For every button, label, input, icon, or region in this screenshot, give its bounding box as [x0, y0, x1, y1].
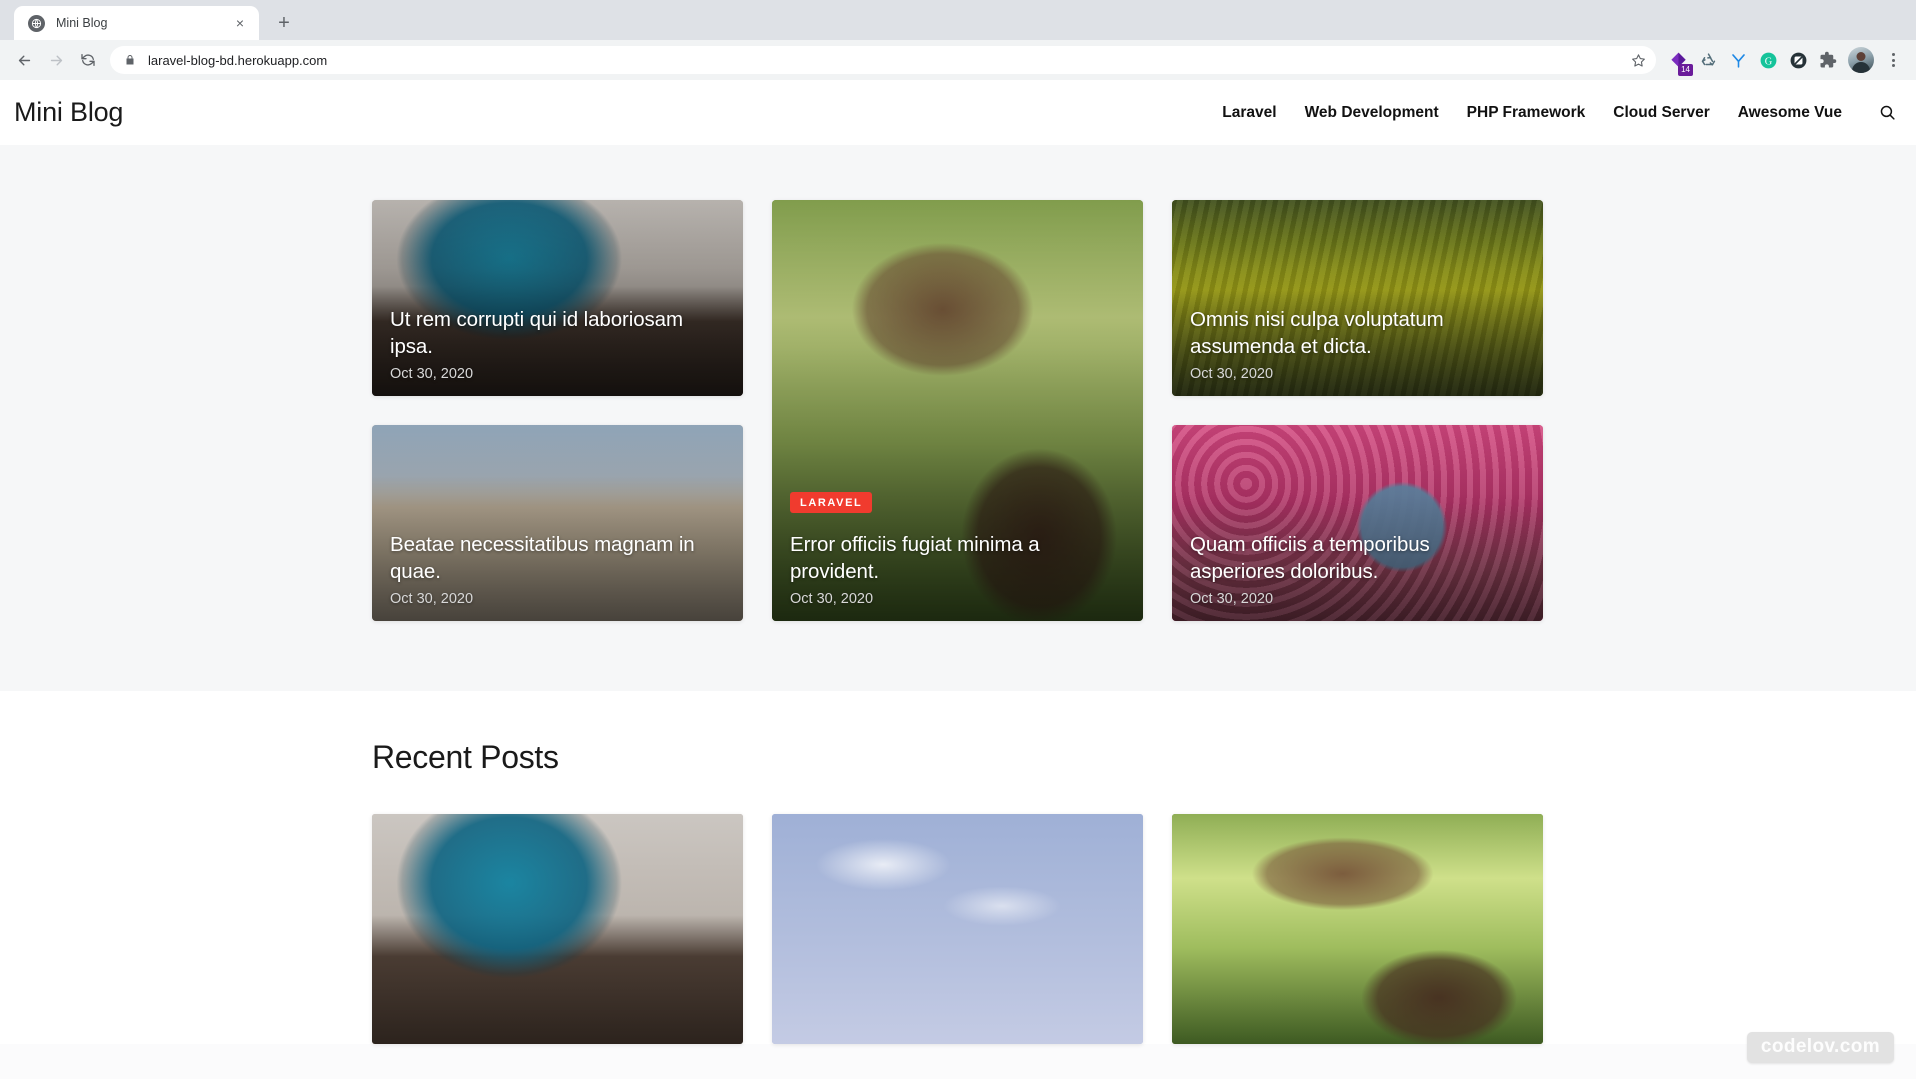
featured-posts-section: Ut rem corrupti qui id laboriosam ipsa. …	[0, 145, 1916, 691]
watermark: codelov.com	[1746, 1032, 1894, 1063]
forward-icon[interactable]	[40, 44, 72, 76]
url-text: laravel-blog-bd.herokuapp.com	[148, 52, 328, 68]
post-date: Oct 30, 2020	[1190, 366, 1274, 382]
nav-item-cloud-server[interactable]: Cloud Server	[1613, 104, 1709, 122]
featured-card-4[interactable]: Omnis nisi culpa voluptatum assumenda et…	[1172, 200, 1543, 396]
extensions-row: 14 G	[1664, 46, 1906, 76]
tab-title: Mini Blog	[56, 16, 108, 30]
card-body: Omnis nisi culpa voluptatum assumenda et…	[1172, 306, 1543, 397]
recent-card-3[interactable]	[1172, 814, 1543, 1044]
address-bar[interactable]: laravel-blog-bd.herokuapp.com	[110, 46, 1656, 74]
featured-card-5[interactable]: Quam officiis a temporibus asperiores do…	[1172, 425, 1543, 621]
recycle-extension-icon[interactable]	[1694, 46, 1722, 74]
featured-posts-grid: Ut rem corrupti qui id laboriosam ipsa. …	[372, 200, 1544, 621]
post-date: Oct 30, 2020	[790, 591, 874, 607]
search-icon[interactable]	[1876, 102, 1898, 124]
svg-text:G: G	[1764, 56, 1772, 67]
featured-card-2[interactable]: Beatae necessitatibus magnam in quae. Oc…	[372, 425, 743, 621]
recent-posts-section: Recent Posts	[0, 691, 1916, 1044]
y-extension-icon[interactable]	[1724, 46, 1752, 74]
grammarly-extension-icon[interactable]: G	[1754, 46, 1782, 74]
card-body: Beatae necessitatibus magnam in quae. Oc…	[372, 531, 743, 622]
recent-container: Recent Posts	[372, 739, 1544, 1044]
site-header: Mini Blog Laravel Web Development PHP Fr…	[0, 80, 1916, 145]
card-body: Ut rem corrupti qui id laboriosam ipsa. …	[372, 306, 743, 397]
adblock-extension-icon[interactable]	[1784, 46, 1812, 74]
page-viewport: Mini Blog Laravel Web Development PHP Fr…	[0, 80, 1916, 1079]
nav-item-awesome-vue[interactable]: Awesome Vue	[1738, 104, 1842, 122]
new-tab-button[interactable]: +	[269, 8, 299, 38]
nav-item-laravel[interactable]: Laravel	[1222, 104, 1276, 122]
reload-icon[interactable]	[72, 44, 104, 76]
post-thumbnail	[372, 814, 743, 1044]
purple-diamond-extension-icon[interactable]: 14	[1664, 46, 1693, 76]
nav-item-php-framework[interactable]: PHP Framework	[1467, 104, 1586, 122]
post-date: Oct 30, 2020	[390, 591, 474, 607]
tab-strip: Mini Blog × +	[0, 0, 1916, 40]
card-body: Quam officiis a temporibus asperiores do…	[1172, 531, 1543, 622]
hero-container: Ut rem corrupti qui id laboriosam ipsa. …	[372, 200, 1544, 621]
back-icon[interactable]	[8, 44, 40, 76]
post-title: Ut rem corrupti qui id laboriosam ipsa.	[390, 307, 683, 358]
main-navigation: Laravel Web Development PHP Framework Cl…	[1222, 102, 1898, 124]
recent-card-2[interactable]	[772, 814, 1143, 1044]
post-title: Error officiis fugiat minima a provident…	[790, 532, 1040, 583]
post-thumbnail	[772, 814, 1143, 1044]
post-title: Quam officiis a temporibus asperiores do…	[1190, 532, 1430, 583]
site-brand[interactable]: Mini Blog	[14, 97, 123, 128]
recent-card-1[interactable]	[372, 814, 743, 1044]
extension-badge-count: 14	[1678, 64, 1693, 76]
globe-icon	[28, 14, 45, 32]
post-title: Beatae necessitatibus magnam in quae.	[390, 532, 695, 583]
card-body: LARAVEL Error officiis fugiat minima a p…	[772, 491, 1143, 622]
lock-icon	[124, 53, 138, 67]
puzzle-extensions-icon[interactable]	[1814, 46, 1842, 74]
profile-avatar[interactable]	[1848, 47, 1874, 73]
browser-chrome: Mini Blog × + laravel-blog-bd.herokuapp.…	[0, 0, 1916, 80]
close-icon[interactable]: ×	[231, 14, 249, 32]
bookmark-star-icon[interactable]	[1626, 48, 1650, 72]
browser-tab[interactable]: Mini Blog ×	[14, 6, 259, 40]
nav-item-web-development[interactable]: Web Development	[1305, 104, 1439, 122]
post-title: Omnis nisi culpa voluptatum assumenda et…	[1190, 307, 1444, 358]
featured-card-3[interactable]: LARAVEL Error officiis fugiat minima a p…	[772, 200, 1143, 621]
category-badge[interactable]: LARAVEL	[790, 491, 873, 513]
browser-toolbar: laravel-blog-bd.herokuapp.com 14 G	[0, 40, 1916, 80]
recent-posts-heading: Recent Posts	[372, 739, 559, 775]
post-date: Oct 30, 2020	[390, 366, 474, 382]
post-date: Oct 30, 2020	[1190, 591, 1274, 607]
post-thumbnail	[1172, 814, 1543, 1044]
recent-posts-grid	[372, 814, 1544, 1044]
three-dot-menu-icon[interactable]	[1880, 46, 1906, 74]
featured-card-1[interactable]: Ut rem corrupti qui id laboriosam ipsa. …	[372, 200, 743, 396]
